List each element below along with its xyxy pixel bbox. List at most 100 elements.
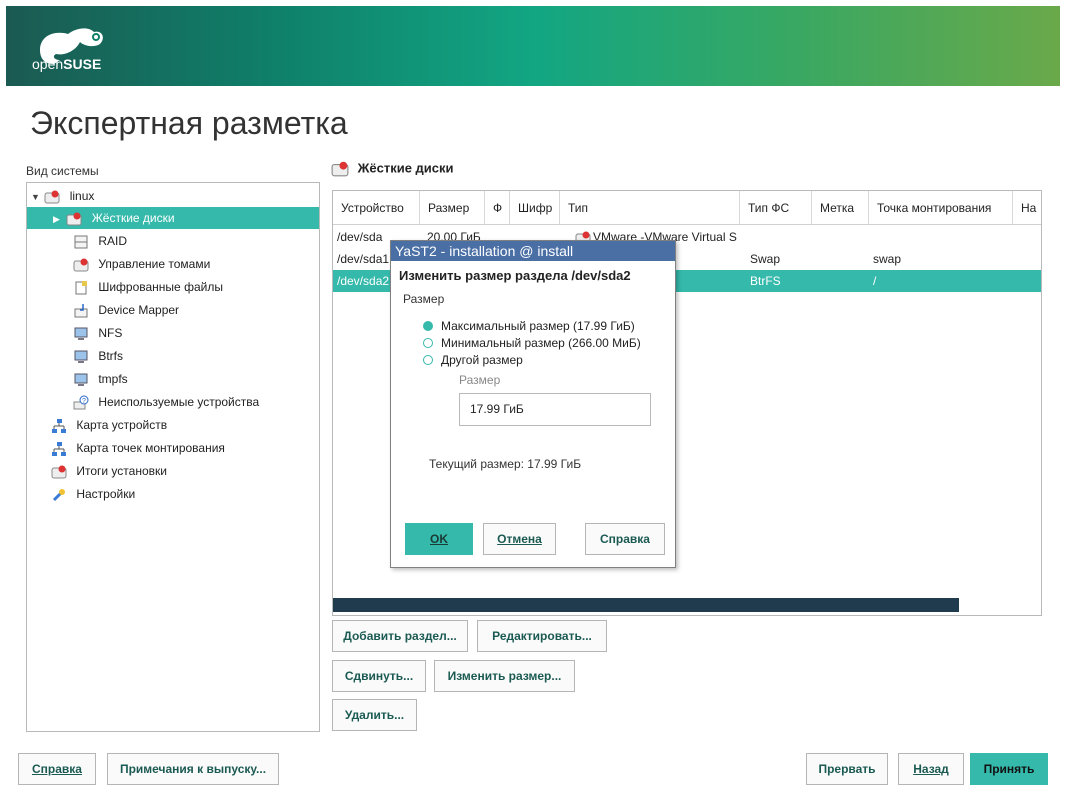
- system-view-tree[interactable]: ▼ linux ▶ Жёсткие диски RAID Управление …: [26, 182, 320, 732]
- tree-item-label: Неиспользуемые устройства: [98, 395, 260, 409]
- tree-item-label: RAID: [98, 234, 128, 248]
- tree-item-hard-disks[interactable]: ▶ Жёсткие диски: [27, 207, 319, 229]
- cell-device: /dev/sda: [337, 230, 383, 244]
- release-notes-button[interactable]: Примечания к выпуску...: [107, 753, 279, 785]
- accept-button[interactable]: Принять: [970, 753, 1048, 785]
- tree-item-label: Карта устройств: [76, 418, 168, 432]
- svg-text:?: ?: [82, 398, 86, 405]
- tree-item-label: Карта точек монтирования: [76, 441, 225, 455]
- radio-min-size[interactable]: Минимальный размер (266.00 МиБ): [423, 334, 641, 352]
- tree-item-mount-graph[interactable]: Карта точек монтирования: [51, 437, 225, 459]
- radio-label: Максимальный размер (17.99 ГиБ): [441, 319, 635, 333]
- column-header[interactable]: На: [1013, 191, 1041, 225]
- column-header[interactable]: Ф: [485, 191, 510, 225]
- device-graph-icon: [52, 418, 66, 433]
- tree-item-installation-summary[interactable]: Итоги установки: [51, 460, 167, 482]
- tree-item-label: Настройки: [76, 487, 136, 501]
- radio-unchecked-icon[interactable]: [423, 354, 433, 365]
- radio-max-size[interactable]: Максимальный размер (17.99 ГиБ): [423, 317, 635, 335]
- column-header[interactable]: Шифр: [510, 191, 560, 225]
- tree-item-label: Device Mapper: [98, 303, 180, 317]
- table-header: Устройство Размер Ф Шифр Тип Тип ФС Метк…: [333, 191, 1041, 225]
- volume-management-icon: [73, 258, 89, 272]
- radio-checked-icon[interactable]: [423, 320, 433, 331]
- page-title: Экспертная разметка: [30, 105, 348, 141]
- dialog-titlebar[interactable]: YaST2 - installation @ install: [391, 241, 675, 261]
- column-header[interactable]: Тип ФС: [740, 191, 812, 225]
- cell-fs-type: Swap: [750, 252, 781, 266]
- help-button-label: Справка: [32, 762, 82, 776]
- tree-item-unused-devices[interactable]: ? Неиспользуемые устройства: [73, 391, 259, 413]
- tree-item-label: NFS: [98, 326, 123, 340]
- tree-item-volume-management[interactable]: Управление томами: [73, 253, 210, 275]
- device-mapper-icon: [74, 303, 88, 318]
- tree-item-label: Итоги установки: [76, 464, 167, 478]
- encrypted-file-icon: [75, 280, 87, 295]
- back-button-label: Назад: [913, 762, 949, 776]
- opensuse-logo-text: openSUSE: [32, 56, 102, 72]
- cell-mount-point: swap: [873, 252, 902, 266]
- column-header[interactable]: Тип: [560, 191, 740, 225]
- cancel-button[interactable]: Отмена: [483, 523, 556, 555]
- tree-item-device-mapper[interactable]: Device Mapper: [73, 299, 179, 321]
- dialog-heading: Изменить размер раздела /dev/sda2: [399, 268, 631, 283]
- tree-item-device-graph[interactable]: Карта устройств: [51, 414, 167, 436]
- cancel-button-label: Отмена: [497, 532, 542, 546]
- resize-button[interactable]: Изменить размер...: [434, 660, 575, 692]
- delete-button[interactable]: Удалить...: [332, 699, 417, 731]
- cell-fs-type: BtrFS: [750, 274, 781, 288]
- tree-item-label: linux: [69, 189, 95, 203]
- column-header[interactable]: Размер: [420, 191, 485, 225]
- column-header[interactable]: Устройство: [333, 191, 420, 225]
- column-header[interactable]: Метка: [812, 191, 869, 225]
- nfs-icon: [74, 327, 88, 340]
- tree-item-tmpfs[interactable]: tmpfs: [73, 368, 128, 390]
- add-partition-button[interactable]: Добавить раздел...: [332, 620, 468, 652]
- hard-disk-icon: [44, 190, 60, 204]
- radio-unchecked-icon[interactable]: [423, 337, 433, 348]
- custom-size-label: Размер: [459, 373, 501, 387]
- tree-item-nfs[interactable]: NFS: [73, 322, 122, 344]
- column-header[interactable]: Точка монтирования: [869, 191, 1013, 225]
- tree-item-linux[interactable]: ▼ linux: [31, 185, 317, 207]
- header-banner: openSUSE: [6, 6, 1060, 86]
- hard-disks-title: Жёсткие диски: [330, 160, 454, 178]
- tree-item-settings[interactable]: Настройки: [51, 483, 135, 505]
- tmpfs-icon: [74, 373, 88, 386]
- cell-mount-point: /: [873, 274, 877, 288]
- abort-button[interactable]: Прервать: [806, 753, 888, 785]
- tree-item-label: tmpfs: [98, 372, 128, 386]
- horizontal-scrollbar[interactable]: [333, 598, 959, 612]
- tree-item-btrfs[interactable]: Btrfs: [73, 345, 123, 367]
- tree-item-label: Управление томами: [98, 257, 211, 271]
- hard-disk-icon: [66, 212, 82, 226]
- mount-graph-icon: [52, 441, 66, 456]
- tree-item-raid[interactable]: RAID: [73, 230, 127, 252]
- size-group-label: Размер: [403, 292, 445, 306]
- dialog-help-button[interactable]: Справка: [585, 523, 665, 555]
- ok-button[interactable]: OK: [405, 523, 473, 555]
- help-button[interactable]: Справка: [18, 753, 96, 785]
- edit-button[interactable]: Редактировать...: [477, 620, 607, 652]
- tree-item-label: Шифрованные файлы: [98, 280, 223, 294]
- installation-summary-icon: [51, 465, 67, 479]
- cell-device: /dev/sda1: [337, 252, 390, 266]
- hard-disks-title-text: Жёсткие диски: [357, 160, 454, 176]
- expand-arrow-icon[interactable]: ▼: [31, 186, 41, 208]
- move-button[interactable]: Сдвинуть...: [332, 660, 426, 692]
- collapsed-arrow-icon[interactable]: ▶: [53, 208, 63, 230]
- tree-item-encrypted-files[interactable]: Шифрованные файлы: [73, 276, 223, 298]
- btrfs-icon: [74, 350, 88, 363]
- ok-button-label: OK: [430, 532, 448, 546]
- system-view-label: Вид системы: [26, 164, 99, 178]
- custom-size-input[interactable]: 17.99 ГиБ: [459, 393, 651, 426]
- radio-custom-size[interactable]: Другой размер: [423, 351, 523, 369]
- resize-partition-dialog: YaST2 - installation @ install Изменить …: [390, 240, 676, 568]
- back-button[interactable]: Назад: [898, 753, 964, 785]
- tree-item-label: Btrfs: [98, 349, 124, 363]
- radio-label: Минимальный размер (266.00 МиБ): [441, 336, 641, 350]
- cell-device: /dev/sda2: [337, 274, 390, 288]
- unused-devices-icon: ?: [73, 395, 89, 410]
- radio-label: Другой размер: [441, 353, 523, 367]
- raid-icon: [74, 235, 88, 249]
